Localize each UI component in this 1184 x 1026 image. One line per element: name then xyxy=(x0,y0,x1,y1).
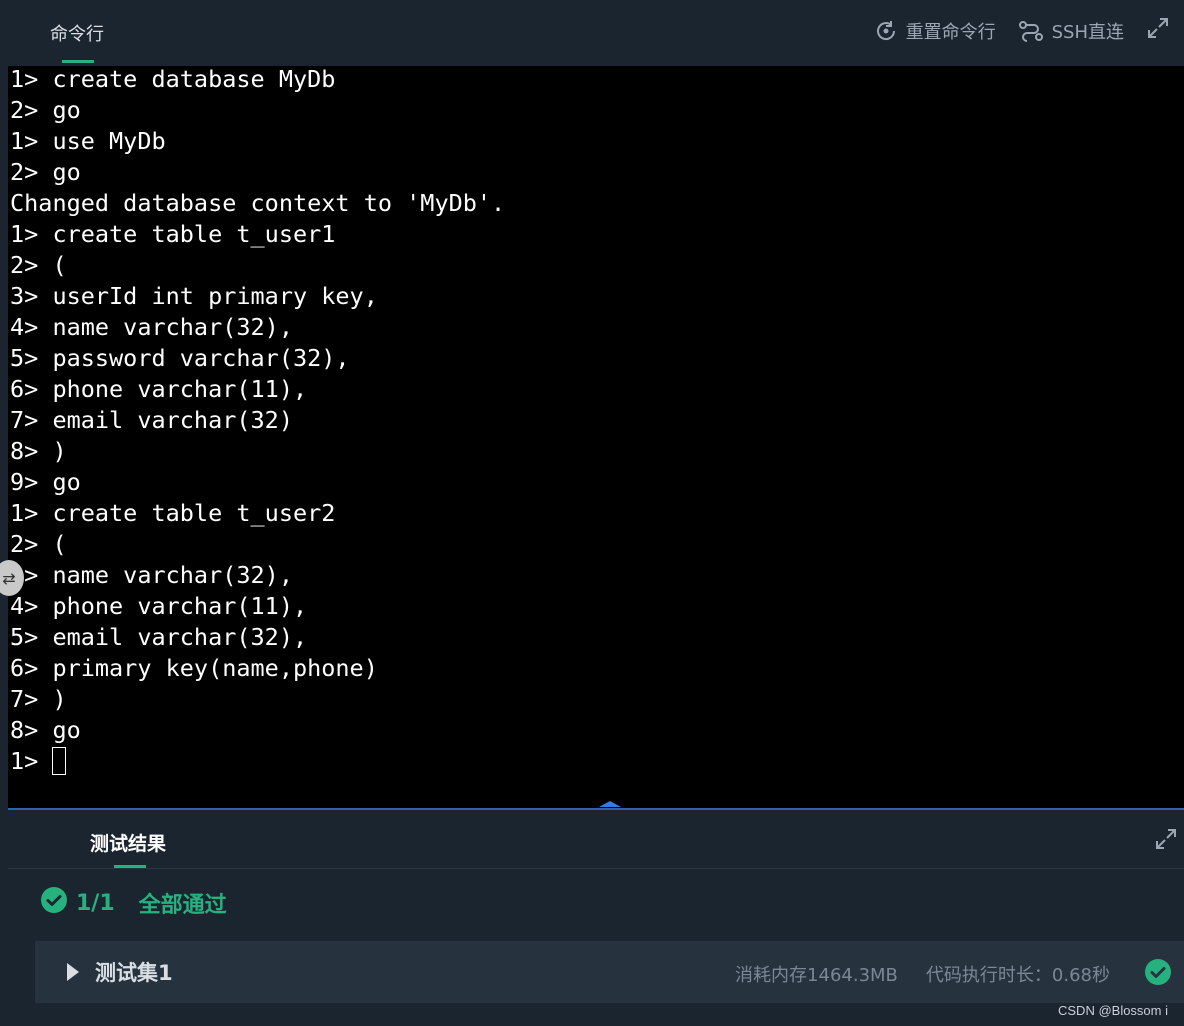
terminal-line: 2> ( xyxy=(10,530,67,558)
terminal-line: 6> phone varchar(11), xyxy=(10,375,308,403)
command-line-panel: 命令行 重置命令行 SSH直连 1> create database MyDb … xyxy=(0,0,1184,817)
reset-label: 重置命令行 xyxy=(905,21,996,43)
left-edge xyxy=(0,0,8,1026)
terminal-line: 4> name varchar(32), xyxy=(10,313,293,341)
test-case-row[interactable]: 测试集1 消耗内存1464.3MB 代码执行时长：0.68秒 xyxy=(35,941,1184,1003)
header-actions: 重置命令行 SSH直连 xyxy=(874,16,1184,45)
results-expand-icon[interactable] xyxy=(1154,827,1178,855)
test-case-name: 测试集1 xyxy=(95,961,173,985)
pass-status: 全部通过 xyxy=(138,893,227,918)
terminal-line: 1> create table t_user1 xyxy=(10,220,336,248)
execution-time: 代码执行时长：0.68秒 xyxy=(925,965,1110,986)
terminal-line: 1> use MyDb xyxy=(10,127,166,155)
terminal-output[interactable]: 1> create database MyDb 2> go 1> use MyDb 2… xyxy=(8,64,1184,808)
terminal-line: 6> primary key(name,phone) xyxy=(10,654,378,682)
pass-ratio: 1/1 xyxy=(76,890,115,916)
test-results-panel: 测试结果 1/1 全部通过 测试集1 消耗内存1464.3MB 代码执行时长：0… xyxy=(8,811,1184,1026)
terminal-header: 命令行 重置命令行 SSH直连 xyxy=(0,0,1184,64)
terminal-line: 2> ( xyxy=(10,251,67,279)
terminal-line: 9> go xyxy=(10,468,81,496)
tab-test-results[interactable]: 测试结果 xyxy=(90,829,166,856)
reset-icon xyxy=(874,19,898,43)
watermark: CSDN @Blossom i xyxy=(1058,1003,1168,1018)
terminal-line: 4> phone varchar(11), xyxy=(10,592,308,620)
results-separator xyxy=(8,868,1184,869)
tab-active-indicator xyxy=(62,60,94,63)
memory-usage: 消耗内存1464.3MB xyxy=(735,965,898,986)
terminal-cursor xyxy=(52,747,67,775)
ssh-label: SSH直连 xyxy=(1051,21,1124,43)
reset-command-line-button[interactable]: 重置命令行 xyxy=(874,18,996,44)
terminal-line: 7> email varchar(32) xyxy=(10,406,293,434)
terminal-prompt: 1> xyxy=(10,747,53,775)
ssh-connect-button[interactable]: SSH直连 xyxy=(1018,18,1124,44)
terminal-line: 8> ) xyxy=(10,437,67,465)
case-pass-check-icon xyxy=(1144,958,1172,990)
results-summary: 1/1 全部通过 xyxy=(40,886,227,920)
test-case-stats: 消耗内存1464.3MB 代码执行时长：0.68秒 xyxy=(735,961,1110,987)
terminal-prompt-line[interactable]: 1> xyxy=(10,746,505,777)
terminal-line: 3> name varchar(32), xyxy=(10,561,293,589)
terminal-lines: 1> create database MyDb 2> go 1> use MyDb 2… xyxy=(10,64,505,777)
terminal-line: 1> create table t_user2 xyxy=(10,499,336,527)
check-circle-icon xyxy=(40,886,68,920)
terminal-line: 8> go xyxy=(10,716,81,744)
terminal-line: Changed database context to 'MyDb'. xyxy=(10,189,506,217)
terminal-line: 5> email varchar(32), xyxy=(10,623,308,651)
expand-icon[interactable] xyxy=(1146,16,1170,45)
terminal-line: 1> create database MyDb xyxy=(10,65,336,93)
tab-command-line[interactable]: 命令行 xyxy=(50,20,104,46)
terminal-line: 3> userId int primary key, xyxy=(10,282,378,310)
terminal-line: 2> go xyxy=(10,96,81,124)
terminal-line: 2> go xyxy=(10,158,81,186)
ssh-icon xyxy=(1018,20,1044,42)
terminal-line: 5> password varchar(32), xyxy=(10,344,350,372)
terminal-line: 7> ) xyxy=(10,685,67,713)
expand-arrow-icon[interactable] xyxy=(67,963,79,981)
